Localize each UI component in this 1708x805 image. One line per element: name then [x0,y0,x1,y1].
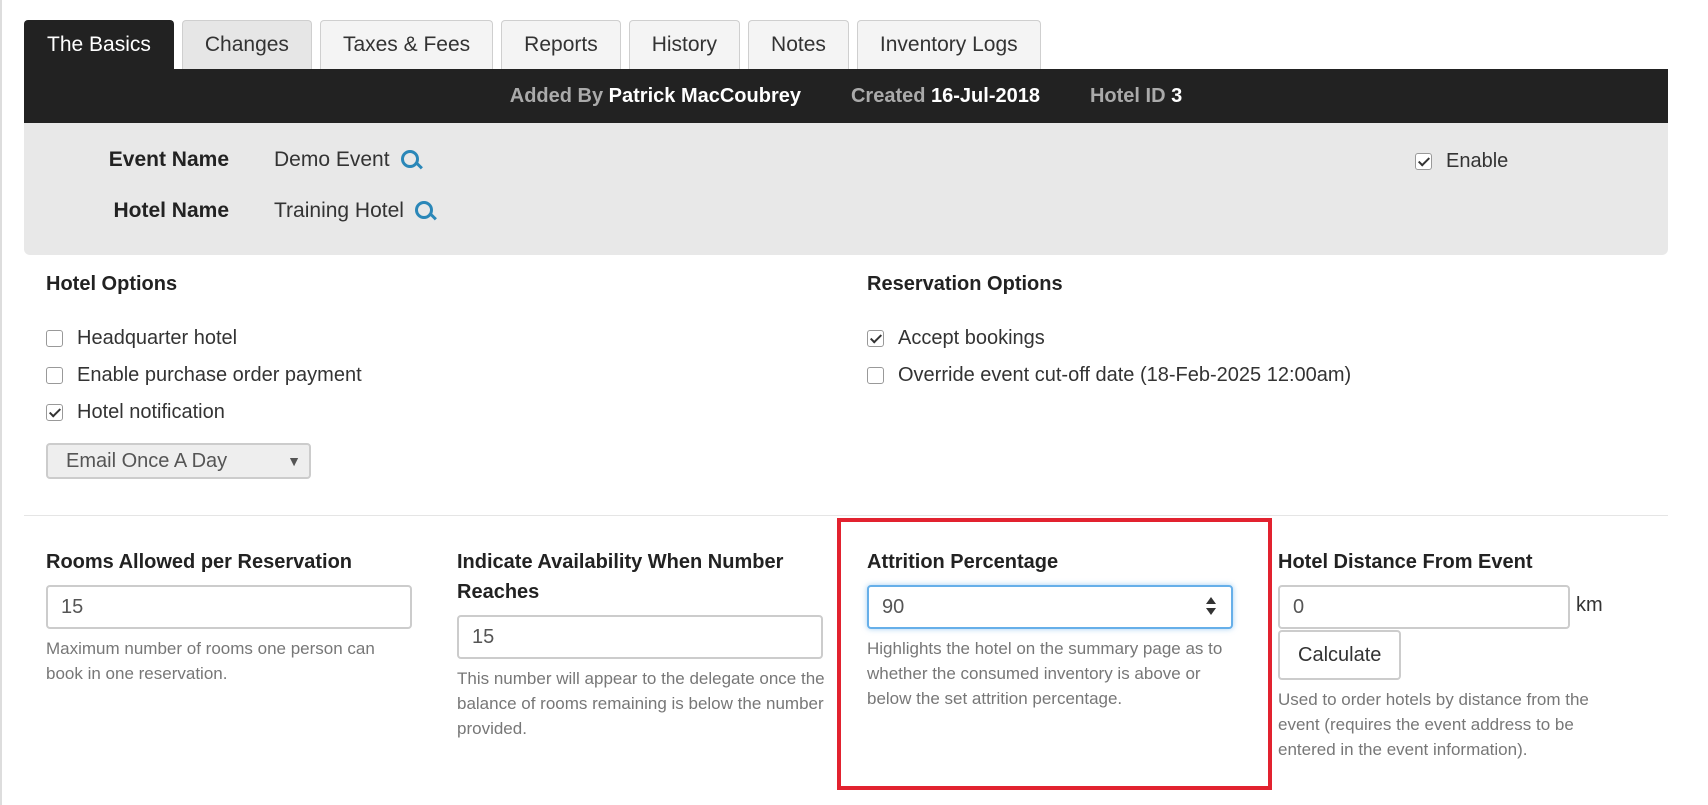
rooms-allowed-input[interactable]: 15 [46,585,412,629]
event-name-value: Demo Event [274,148,390,171]
section-divider [24,515,1668,516]
distance-unit: km [1576,594,1603,616]
hotel-id: Hotel ID 3 [1090,85,1182,108]
added-by-label: Added By [509,84,604,107]
tab-inventory-logs[interactable]: Inventory Logs [856,20,1041,69]
headquarter-hotel-checkbox[interactable] [46,329,63,347]
added-by: Added By Patrick MacCoubrey [510,85,801,108]
distance-input[interactable]: 0 [1278,585,1570,629]
hotel-name-row: Hotel Name Training Hotel [24,196,436,226]
notification-frequency-value: Email Once A Day [66,449,228,472]
rooms-allowed-label: Rooms Allowed per Reservation [46,551,352,573]
tab-taxes-fees[interactable]: Taxes & Fees [319,20,494,69]
distance-help: Used to order hotels by distance from th… [1278,690,1589,759]
availability-help: This number will appear to the delegate … [457,669,825,738]
reservation-options-title: Reservation Options [867,273,1063,295]
hotel-id-label: Hotel ID [1089,84,1166,107]
purchase-order-label: Enable purchase order payment [77,363,362,386]
rooms-allowed-value: 15 [61,595,84,618]
enable-label: Enable [1446,149,1509,172]
enable-checkbox[interactable] [1415,152,1432,170]
added-by-value: Patrick MacCoubrey [608,84,801,107]
purchase-order-option[interactable]: Enable purchase order payment [46,361,362,389]
hotel-search-icon[interactable] [414,200,436,222]
event-name-row: Event Name Demo Event [24,145,422,175]
notification-frequency-select[interactable]: Email Once A Day ▼ [46,443,311,479]
record-info-bar: Added By Patrick MacCoubrey Created 16-J… [24,69,1668,123]
override-cutoff-label: Override event cut-off date (18-Feb-2025… [898,363,1352,386]
tab-the-basics[interactable]: The Basics [24,20,174,69]
hotel-name-value: Training Hotel [274,199,404,222]
accept-bookings-checkbox[interactable] [867,329,884,347]
tab-changes[interactable]: Changes [181,20,312,69]
created-date: Created 16-Jul-2018 [851,85,1040,108]
distance-value: 0 [1293,595,1305,618]
calculate-button[interactable]: Calculate [1278,630,1402,680]
hotel-notification-checkbox[interactable] [46,403,63,421]
hotel-name-label: Hotel Name [113,199,229,222]
event-hotel-panel: Event Name Demo Event Hotel Name Trainin… [24,123,1668,255]
accept-bookings-label: Accept bookings [898,326,1045,349]
headquarter-hotel-option[interactable]: Headquarter hotel [46,324,237,352]
created-label: Created [850,84,926,107]
event-name-label: Event Name [108,148,229,171]
distance-label: Hotel Distance From Event [1278,551,1533,573]
event-search-icon[interactable] [400,149,422,171]
created-value: 16-Jul-2018 [931,84,1040,107]
override-cutoff-option[interactable]: Override event cut-off date (18-Feb-2025… [867,361,1351,389]
tab-reports[interactable]: Reports [501,20,621,69]
hotel-notification-option[interactable]: Hotel notification [46,398,225,426]
rooms-allowed-help: Maximum number of rooms one person can b… [46,639,375,683]
purchase-order-checkbox[interactable] [46,366,63,384]
enable-checkbox-row[interactable]: Enable [1415,147,1508,175]
hotel-notification-label: Hotel notification [77,400,225,423]
page-edge [0,0,2,805]
override-cutoff-checkbox[interactable] [867,366,884,384]
availability-label: Indicate Availability When Number Reache… [457,551,784,603]
headquarter-hotel-label: Headquarter hotel [77,326,238,349]
accept-bookings-option[interactable]: Accept bookings [867,324,1045,352]
hotel-id-value: 3 [1171,84,1183,107]
tab-history[interactable]: History [628,20,741,69]
attrition-highlight-box [837,518,1272,790]
availability-input[interactable]: 15 [457,615,823,659]
hotel-options-title: Hotel Options [46,273,178,295]
chevron-down-icon: ▼ [287,453,301,469]
tab-bar: The Basics Changes Taxes & Fees Reports … [24,20,1049,69]
availability-value: 15 [472,625,495,648]
tab-notes[interactable]: Notes [748,20,849,69]
